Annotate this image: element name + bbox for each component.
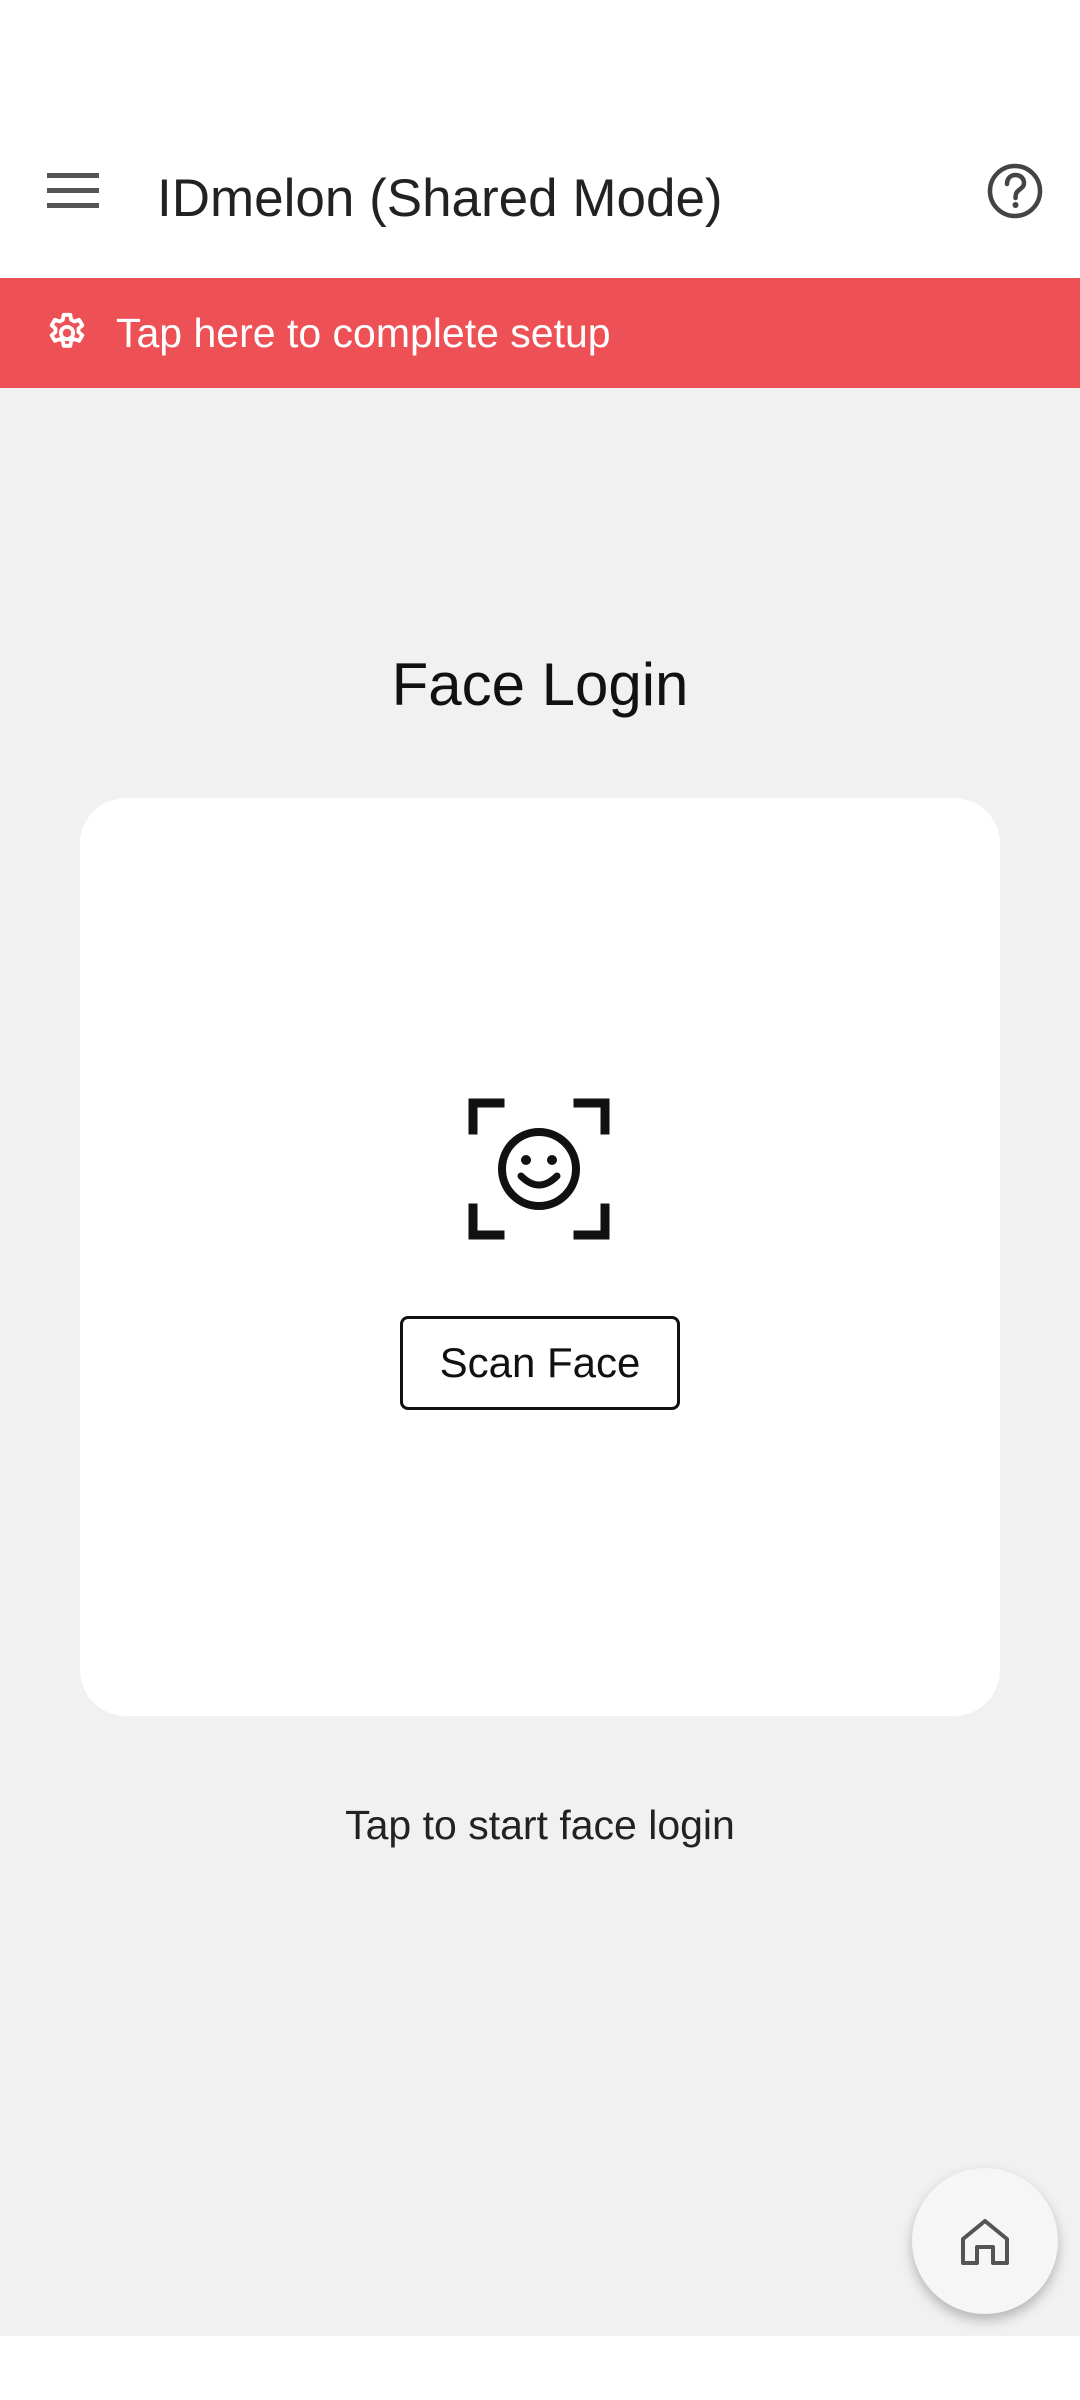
- setup-banner-label: Tap here to complete setup: [116, 309, 611, 356]
- scan-face-button[interactable]: Scan Face: [400, 1316, 680, 1410]
- face-login-card: Scan Face: [80, 798, 1000, 1716]
- home-button[interactable]: [912, 2168, 1058, 2314]
- screen: IDmelon (Shared Mode) Tap here to comple…: [0, 0, 1080, 2400]
- home-icon: [961, 2219, 1009, 2265]
- app-bar: IDmelon (Shared Mode): [0, 120, 1080, 278]
- face-scan-icon: [468, 1098, 610, 1240]
- face-login-hint: Tap to start face login: [345, 1802, 735, 1848]
- menu-button[interactable]: [30, 148, 116, 234]
- hamburger-menu-icon: [47, 173, 99, 208]
- setup-banner[interactable]: Tap here to complete setup: [0, 278, 1080, 388]
- gear-icon: [42, 308, 92, 358]
- status-bar: [0, 0, 1080, 120]
- face-login-title: Face Login: [391, 651, 689, 718]
- help-circle-icon: [987, 163, 1043, 219]
- system-nav-bar: [0, 2336, 1080, 2400]
- help-button[interactable]: [980, 156, 1050, 226]
- app-title: IDmelon (Shared Mode): [157, 169, 723, 228]
